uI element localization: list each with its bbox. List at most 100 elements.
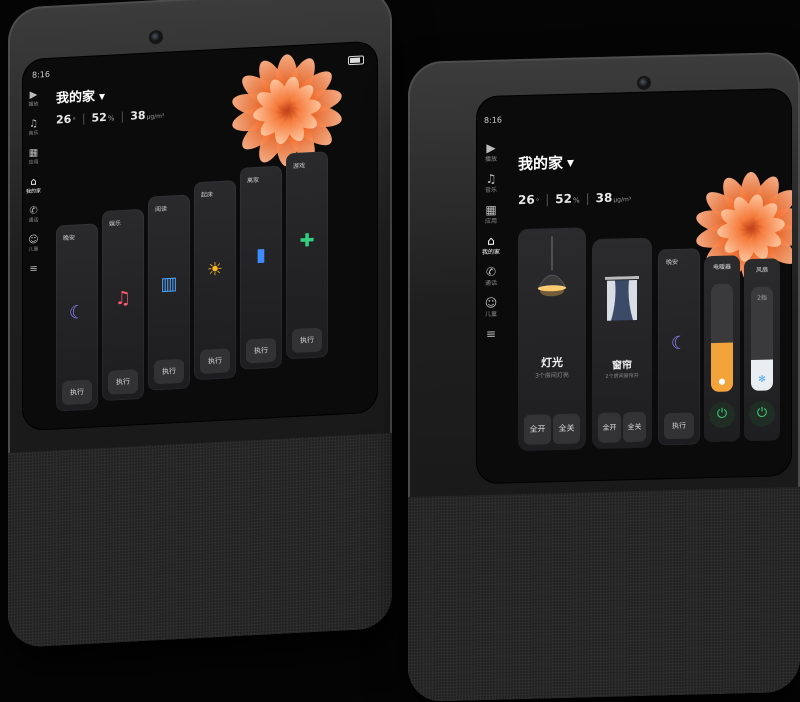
- sidebar-item-music[interactable]: ♫ 音乐: [29, 118, 39, 136]
- apps-icon: ▦: [485, 202, 497, 217]
- run-scene-button[interactable]: 执行: [154, 358, 184, 385]
- lights-all-off-button[interactable]: 全关: [553, 413, 580, 445]
- sidebar-item-phone[interactable]: ✆ 通话: [485, 264, 497, 287]
- home-icon: ⌂: [30, 176, 37, 188]
- heater-slider[interactable]: ●: [711, 283, 733, 393]
- sidebar: ▶ 播放 ♫ 音乐 ▦ 应用 ⌂ 我的家 ✆ 通话 ☺ 儿童 ≡: [26, 89, 42, 275]
- pm-unit: μg/m³: [613, 196, 632, 204]
- smart-display-left: 8:16 ▶ 播放 ♫ 音乐 ▦ 应用 ⌂ 我的家 ✆ 通话 ☺ 儿童 ≡ 我的家 ▼ 26 ° | 52…: [8, 0, 392, 648]
- sidebar-item-label: 播放: [28, 101, 39, 108]
- book-icon: ▥: [160, 273, 178, 296]
- curtain-card[interactable]: 窗帘 2个房间窗帘开 全开 全关: [592, 237, 652, 450]
- camera-lens: [151, 31, 161, 43]
- run-scene-button[interactable]: 执行: [62, 379, 92, 406]
- sidebar-item-label: 儿童: [485, 310, 498, 318]
- divider: |: [545, 192, 550, 207]
- chevron-down-icon: ▼: [567, 158, 574, 169]
- fan-icon: ✻: [758, 374, 766, 385]
- run-scene-button[interactable]: 执行: [664, 412, 694, 440]
- environment-readout: 26 ° | 52 % | 38 μg/m³: [56, 107, 170, 127]
- fan-speed-tag: 2挡: [757, 294, 767, 302]
- phone-icon: ✆: [29, 205, 38, 217]
- divider: |: [120, 109, 125, 124]
- sidebar-item-label: 我的家: [26, 188, 42, 196]
- curtains-all-close-button[interactable]: 全关: [623, 411, 646, 443]
- humidity-unit: %: [572, 196, 580, 205]
- sidebar-item-home[interactable]: ⌂ 我的家: [482, 233, 501, 257]
- pendant-lamp-icon: [537, 236, 567, 297]
- sidebar-item-label: 儿童: [28, 246, 39, 253]
- layers-icon: ≡: [29, 263, 38, 275]
- apps-icon: ▦: [28, 147, 39, 159]
- child-icon: ☺: [484, 295, 498, 310]
- scene-card[interactable]: 晚安 ☾ 执行: [56, 223, 98, 412]
- sidebar-item-play[interactable]: ▶ 播放: [28, 89, 39, 108]
- scene-card[interactable]: 阅读 ▥ 执行: [148, 194, 190, 391]
- pm-unit: μg/m³: [146, 112, 165, 121]
- sidebar-item-child[interactable]: ☺ 儿童: [28, 234, 39, 253]
- heater-power-button[interactable]: ⏻: [709, 401, 735, 429]
- temperature-value: 26: [56, 112, 72, 127]
- temperature-unit: °: [535, 197, 540, 206]
- status-time: 8:16: [484, 115, 502, 126]
- curtain-subtitle: 2个房间窗帘开: [605, 372, 639, 380]
- scene-name: 晚安: [63, 234, 76, 243]
- page-title[interactable]: 我的家 ▼: [56, 85, 106, 106]
- sidebar-item-label: 通话: [28, 217, 39, 224]
- speaker-grille: [8, 432, 392, 648]
- curtains-all-open-button[interactable]: 全开: [598, 412, 621, 444]
- page-title[interactable]: 我的家 ▼: [518, 152, 574, 174]
- sidebar-item-layers[interactable]: ≡: [29, 263, 38, 275]
- run-scene-button[interactable]: 执行: [108, 369, 138, 395]
- sidebar-item-phone[interactable]: ✆ 通话: [28, 205, 39, 224]
- light-title: 灯光: [541, 355, 563, 370]
- chevron-down-icon: ▼: [99, 91, 106, 102]
- door-icon: ▮: [256, 244, 266, 267]
- run-scene-button[interactable]: 执行: [292, 327, 322, 354]
- scene-card-goodnight[interactable]: 晚安 ☾ 执行: [658, 248, 700, 446]
- scene-name: 娱乐: [109, 220, 122, 228]
- scene-name: 起床: [201, 191, 214, 199]
- divider: |: [81, 111, 86, 126]
- lights-all-on-button[interactable]: 全开: [524, 414, 551, 445]
- humidity-unit: %: [107, 114, 115, 123]
- sunrise-icon: ☀: [206, 258, 224, 281]
- scene-card[interactable]: 起床 ☀ 执行: [194, 180, 236, 381]
- play-icon: ▶: [486, 140, 496, 155]
- left-screen: 8:16 ▶ 播放 ♫ 音乐 ▦ 应用 ⌂ 我的家 ✆ 通话 ☺ 儿童 ≡ 我的家 ▼ 26 ° | 52…: [22, 40, 378, 432]
- sidebar-item-label: 应用: [28, 159, 39, 166]
- curtain-title: 窗帘: [612, 360, 632, 372]
- heater-card: 电暖器 ● ⏻: [704, 255, 740, 443]
- music-note-icon: ♫: [114, 287, 132, 310]
- sidebar-item-label: 应用: [485, 217, 498, 225]
- sidebar-item-label: 音乐: [485, 186, 498, 194]
- phone-icon: ✆: [485, 264, 497, 279]
- light-subtitle: 3个房间灯亮: [535, 371, 569, 380]
- sidebar-item-label: 我的家: [482, 248, 501, 257]
- sidebar-item-home[interactable]: ⌂ 我的家: [26, 176, 42, 196]
- light-card[interactable]: 灯光 3个房间灯亮 全开 全关: [518, 227, 586, 452]
- child-icon: ☺: [28, 234, 39, 246]
- sidebar-item-apps[interactable]: ▦ 应用: [28, 147, 39, 166]
- sidebar-item-apps[interactable]: ▦ 应用: [485, 202, 498, 225]
- sidebar-item-music[interactable]: ♫ 音乐: [485, 172, 498, 194]
- fan-slider[interactable]: 2挡 ✻: [751, 286, 773, 392]
- speaker-grille: [408, 486, 800, 702]
- scene-card[interactable]: 离家 ▮ 执行: [240, 165, 282, 370]
- curtain-icon: [605, 275, 639, 321]
- home-icon: ⌂: [487, 233, 495, 248]
- run-scene-button[interactable]: 执行: [246, 337, 276, 364]
- temperature-value: 26: [518, 192, 535, 208]
- layers-icon: ≡: [485, 326, 497, 341]
- music-icon: ♫: [29, 118, 38, 130]
- sidebar-item-play[interactable]: ▶ 播放: [485, 140, 497, 163]
- sidebar-item-layers[interactable]: ≡: [485, 326, 497, 341]
- scene-card[interactable]: 娱乐 ♫ 执行: [102, 208, 144, 402]
- light-buttons: 全开 全关: [524, 413, 580, 445]
- moon-icon: ☾: [68, 301, 86, 324]
- scene-card[interactable]: 游戏 ✚ 执行: [286, 151, 328, 360]
- fan-power-button[interactable]: ⏻: [749, 400, 775, 428]
- gamepad-icon: ✚: [299, 229, 315, 252]
- sidebar-item-child[interactable]: ☺ 儿童: [484, 295, 498, 318]
- run-scene-button[interactable]: 执行: [200, 348, 230, 374]
